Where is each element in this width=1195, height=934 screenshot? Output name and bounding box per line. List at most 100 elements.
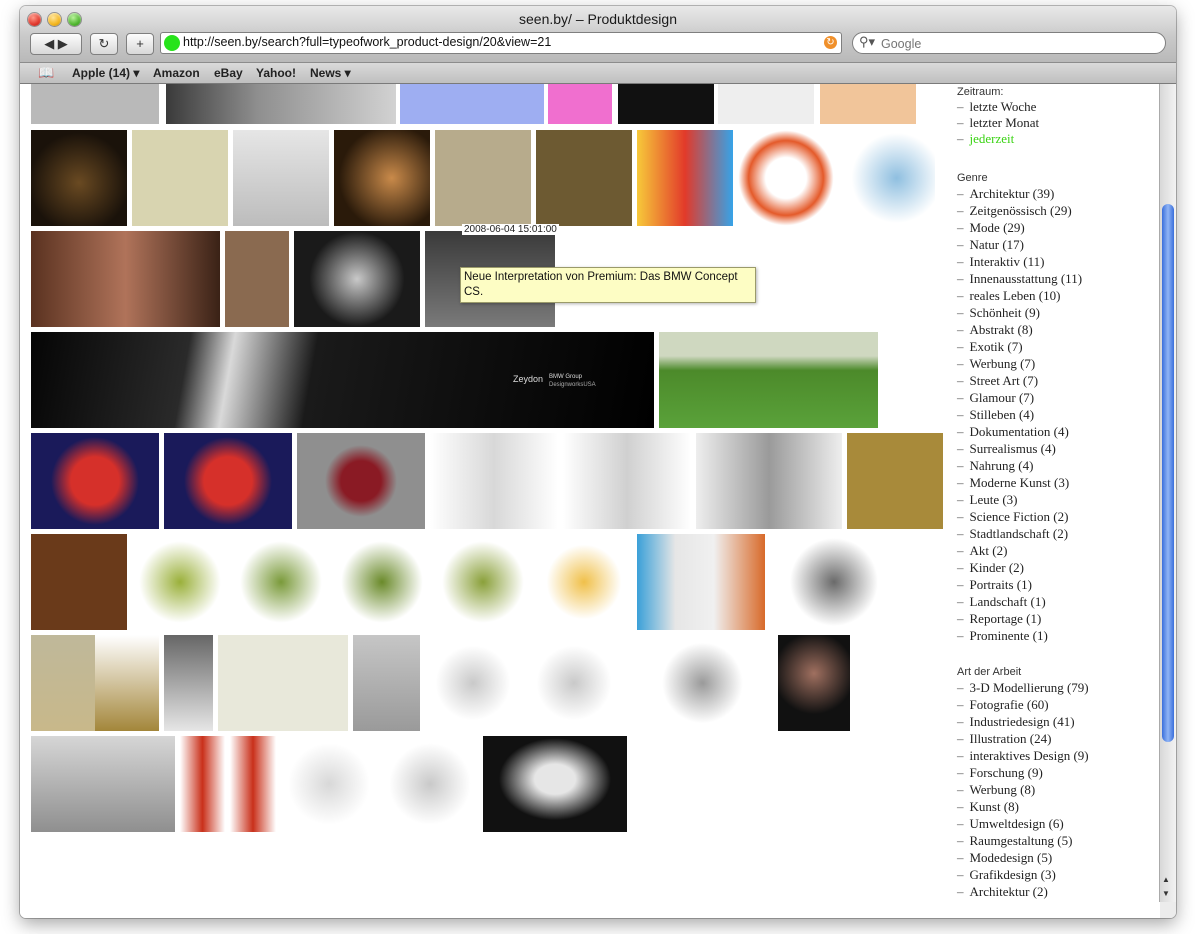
genre-item[interactable]: – Innenausstattung (11) bbox=[957, 271, 1082, 287]
thumbnail[interactable] bbox=[281, 736, 377, 832]
thumbnail[interactable] bbox=[627, 635, 778, 731]
art-item[interactable]: – Modedesign (5) bbox=[957, 850, 1052, 866]
scroll-down-arrow-icon[interactable]: ▼ bbox=[1162, 889, 1170, 898]
genre-item[interactable]: – Interaktiv (11) bbox=[957, 254, 1044, 270]
reload-button[interactable]: ↻ bbox=[90, 33, 118, 55]
bookmark-ebay[interactable]: eBay bbox=[214, 66, 243, 80]
thumbnail[interactable] bbox=[637, 534, 765, 630]
art-item[interactable]: – Forschung (9) bbox=[957, 765, 1043, 781]
thumbnail[interactable] bbox=[738, 130, 834, 226]
art-item[interactable]: – interaktives Design (9) bbox=[957, 748, 1089, 764]
thumbnail[interactable] bbox=[180, 736, 225, 832]
genre-item[interactable]: – Abstrakt (8) bbox=[957, 322, 1033, 338]
thumbnail[interactable] bbox=[435, 130, 531, 226]
thumbnail[interactable] bbox=[659, 332, 878, 428]
genre-item[interactable]: – reales Leben (10) bbox=[957, 288, 1060, 304]
art-item[interactable]: – Architektur (2) bbox=[957, 884, 1048, 900]
rss-icon[interactable]: ↻ bbox=[824, 36, 837, 49]
scrollbar-thumb[interactable] bbox=[1162, 204, 1174, 742]
thumbnail[interactable] bbox=[839, 130, 935, 226]
thumbnail[interactable] bbox=[95, 635, 159, 731]
genre-item[interactable]: – Akt (2) bbox=[957, 543, 1007, 559]
genre-item[interactable]: – Science Fiction (2) bbox=[957, 509, 1068, 525]
genre-item[interactable]: – Portraits (1) bbox=[957, 577, 1032, 593]
thumbnail[interactable] bbox=[233, 130, 329, 226]
thumbnail[interactable] bbox=[696, 433, 842, 529]
bookmark-news[interactable]: News ▾ bbox=[310, 66, 351, 80]
thumbnail[interactable] bbox=[430, 433, 558, 529]
thumbnail[interactable] bbox=[164, 433, 292, 529]
thumbnail[interactable] bbox=[778, 635, 850, 731]
thumbnail[interactable] bbox=[435, 534, 531, 630]
thumbnail[interactable] bbox=[233, 534, 329, 630]
thumbnail[interactable] bbox=[770, 534, 898, 630]
thumbnail[interactable] bbox=[382, 736, 478, 832]
thumbnail[interactable] bbox=[334, 534, 430, 630]
genre-item[interactable]: – Mode (29) bbox=[957, 220, 1025, 236]
thumbnail[interactable] bbox=[132, 130, 228, 226]
thumbnail[interactable] bbox=[225, 231, 289, 327]
thumbnail[interactable] bbox=[294, 231, 420, 327]
filter-letzte-woche[interactable]: – letzte Woche bbox=[957, 99, 1036, 115]
thumbnail[interactable] bbox=[31, 433, 159, 529]
thumbnail[interactable] bbox=[31, 84, 159, 124]
thumbnail[interactable] bbox=[31, 231, 220, 327]
genre-item[interactable]: – Street Art (7) bbox=[957, 373, 1038, 389]
thumbnail[interactable] bbox=[637, 130, 733, 226]
art-item[interactable]: – Raumgestaltung (5) bbox=[957, 833, 1072, 849]
thumbnail[interactable] bbox=[618, 84, 714, 124]
art-item[interactable]: –3-D Modellierung (79) bbox=[957, 680, 1089, 696]
thumbnail[interactable] bbox=[536, 534, 632, 630]
genre-item[interactable]: – Prominente (1) bbox=[957, 628, 1048, 644]
genre-item[interactable]: – Moderne Kunst (3) bbox=[957, 475, 1069, 491]
scroll-up-arrow-icon[interactable]: ▲ bbox=[1162, 875, 1170, 884]
art-item[interactable]: – Werbung (8) bbox=[957, 782, 1035, 798]
thumbnail[interactable] bbox=[718, 84, 814, 124]
bookmark-amazon[interactable]: Amazon bbox=[153, 66, 200, 80]
vertical-scrollbar[interactable]: ▲ ▼ bbox=[1159, 84, 1176, 902]
genre-item[interactable]: – Exotik (7) bbox=[957, 339, 1023, 355]
genre-item[interactable]: – Nahrung (4) bbox=[957, 458, 1033, 474]
url-text[interactable]: http://seen.by/search?full=typeofwork_pr… bbox=[183, 35, 551, 49]
thumbnail[interactable] bbox=[483, 736, 627, 832]
genre-item[interactable]: – Stilleben (4) bbox=[957, 407, 1034, 423]
genre-item[interactable]: – Kinder (2) bbox=[957, 560, 1024, 576]
back-forward-button[interactable]: ◀ ▶ bbox=[30, 33, 82, 55]
genre-item[interactable]: – Landschaft (1) bbox=[957, 594, 1046, 610]
add-bookmark-button[interactable]: + bbox=[126, 33, 154, 55]
art-item[interactable]: – Grafikdesign (3) bbox=[957, 867, 1056, 883]
thumbnail[interactable] bbox=[334, 130, 430, 226]
genre-item[interactable]: – Zeitgenössisch (29) bbox=[957, 203, 1072, 219]
genre-item[interactable]: – Architektur (39) bbox=[957, 186, 1054, 202]
thumbnail[interactable] bbox=[820, 84, 916, 124]
genre-item[interactable]: – Werbung (7) bbox=[957, 356, 1035, 372]
filter-letzter-monat[interactable]: – letzter Monat bbox=[957, 115, 1039, 131]
thumbnail[interactable] bbox=[164, 635, 213, 731]
resize-grip-icon[interactable] bbox=[1160, 902, 1176, 918]
thumbnail[interactable] bbox=[425, 635, 521, 731]
open-book-icon[interactable]: 📖 bbox=[38, 65, 54, 81]
art-item[interactable]: – Umweltdesign (6) bbox=[957, 816, 1064, 832]
genre-item[interactable]: – Leute (3) bbox=[957, 492, 1018, 508]
genre-item[interactable]: – Glamour (7) bbox=[957, 390, 1034, 406]
address-bar[interactable]: http://seen.by/search?full=typeofwork_pr… bbox=[160, 32, 842, 54]
genre-item[interactable]: – Schönheit (9) bbox=[957, 305, 1040, 321]
thumbnail-bmw-concept[interactable]: Zeydon BMW Group DesignworksUSA bbox=[31, 332, 654, 428]
thumbnail[interactable] bbox=[230, 736, 276, 832]
search-input[interactable] bbox=[879, 35, 1153, 52]
genre-item[interactable]: – Stadtlandschaft (2) bbox=[957, 526, 1068, 542]
filter-jederzeit[interactable]: – jederzeit bbox=[957, 131, 1014, 147]
thumbnail[interactable] bbox=[31, 130, 127, 226]
thumbnail[interactable] bbox=[31, 635, 95, 731]
search-field[interactable]: ⚲▾ bbox=[852, 32, 1166, 54]
thumbnail[interactable] bbox=[132, 534, 228, 630]
thumbnail[interactable] bbox=[536, 130, 632, 226]
thumbnail[interactable] bbox=[526, 635, 622, 731]
thumbnail[interactable] bbox=[166, 84, 396, 124]
thumbnail[interactable] bbox=[353, 635, 420, 731]
thumbnail[interactable] bbox=[548, 84, 612, 124]
art-item[interactable]: – Kunst (8) bbox=[957, 799, 1019, 815]
thumbnail[interactable] bbox=[400, 84, 544, 124]
thumbnail[interactable] bbox=[218, 635, 348, 731]
genre-item[interactable]: – Reportage (1) bbox=[957, 611, 1041, 627]
